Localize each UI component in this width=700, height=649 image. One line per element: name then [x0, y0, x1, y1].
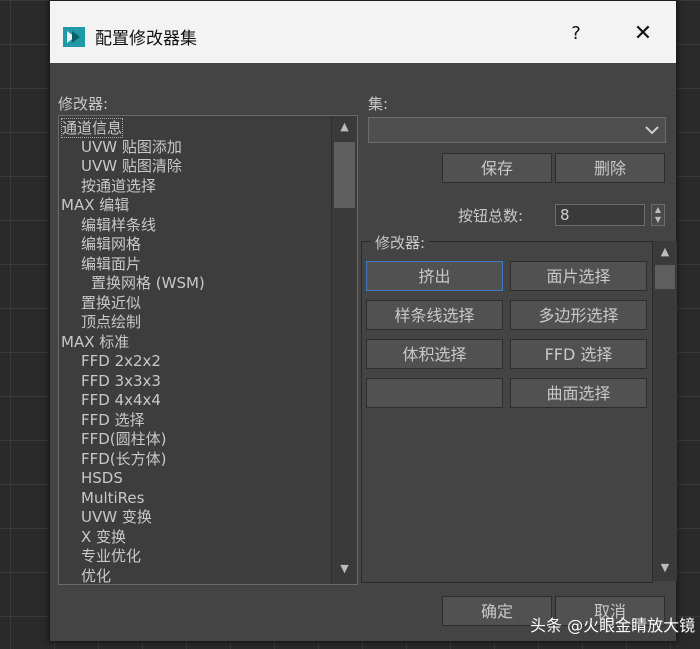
button-count-label: 按钮总数:	[458, 207, 524, 225]
scroll-thumb[interactable]	[655, 265, 675, 289]
watermark-text: 头条 @火眼金睛放大镜	[530, 616, 696, 635]
list-item[interactable]: 优化	[81, 567, 111, 584]
dialog-title: 配置修改器集	[95, 29, 197, 49]
modifier-button-poly-select[interactable]: 多边形选择	[510, 300, 647, 330]
list-item[interactable]: 专业优化	[81, 547, 141, 565]
list-item[interactable]: X 变换	[81, 528, 126, 546]
modifiers-list-label: 修改器:	[58, 95, 109, 113]
help-button[interactable]: ?	[564, 23, 588, 47]
list-item[interactable]: 按通道选择	[81, 177, 156, 195]
set-label: 集:	[368, 95, 389, 113]
set-dropdown[interactable]	[368, 117, 666, 143]
close-icon[interactable]: ✕	[628, 21, 658, 51]
modifier-button-volume-select[interactable]: 体积选择	[366, 339, 503, 369]
modifier-button-spline-select[interactable]: 样条线选择	[366, 300, 503, 330]
list-item[interactable]: HSDS	[81, 469, 123, 487]
scroll-down-icon[interactable]: ▼	[653, 559, 677, 577]
list-item[interactable]: FFD 3x3x3	[81, 372, 161, 390]
scroll-thumb[interactable]	[334, 142, 355, 208]
list-item[interactable]: 编辑网格	[81, 235, 141, 253]
modifier-button-empty[interactable]	[366, 378, 503, 408]
modifier-button-extrude[interactable]: 挤出	[366, 261, 503, 291]
list-item[interactable]: MAX 标准	[61, 333, 129, 351]
modifier-buttons-group-label: 修改器:	[371, 232, 430, 253]
list-item[interactable]: UVW 贴图清除	[81, 157, 182, 175]
configure-modifier-sets-dialog: 配置修改器集 ? ✕ 修改器: 通道信息 UVW 贴图添加 UVW 贴图清除 按…	[49, 0, 677, 642]
title-bar: 配置修改器集 ? ✕	[50, 1, 676, 63]
list-item[interactable]: MultiRes	[81, 489, 144, 507]
list-item[interactable]: MAX 编辑	[61, 196, 129, 214]
delete-button[interactable]: 删除	[555, 153, 665, 183]
modifier-buttons-scrollbar[interactable]: ▲ ▼	[652, 241, 677, 581]
button-count-spinner[interactable]: ▲ ▼	[651, 204, 665, 226]
button-count-field[interactable]: 8	[555, 204, 645, 226]
list-item[interactable]: 通道信息	[61, 118, 124, 138]
list-item[interactable]: 编辑面片	[81, 255, 141, 273]
modifiers-list-scrollbar[interactable]: ▲ ▼	[331, 116, 357, 584]
list-item[interactable]: 置换近似	[81, 294, 141, 312]
list-item[interactable]: FFD 选择	[81, 411, 145, 429]
list-item[interactable]: FFD(圆柱体)	[81, 430, 167, 448]
scroll-up-icon[interactable]: ▲	[332, 118, 357, 136]
list-item[interactable]: 编辑样条线	[81, 216, 156, 234]
list-item[interactable]: UVW 贴图添加	[81, 138, 182, 156]
list-item[interactable]: FFD(长方体)	[81, 450, 167, 468]
list-item[interactable]: 顶点绘制	[81, 313, 141, 331]
save-button[interactable]: 保存	[442, 153, 552, 183]
chevron-down-icon[interactable]	[641, 119, 663, 141]
list-item[interactable]: 置换网格 (WSM)	[91, 274, 205, 292]
scroll-up-icon[interactable]: ▲	[653, 243, 677, 261]
modifier-button-ffd-select[interactable]: FFD 选择	[510, 339, 647, 369]
modifier-button-patch-select[interactable]: 面片选择	[510, 261, 647, 291]
scroll-down-icon[interactable]: ▼	[332, 560, 357, 578]
list-item[interactable]: UVW 变换	[81, 508, 152, 526]
3dsmax-app-icon	[63, 27, 85, 47]
spinner-up-icon[interactable]: ▲	[652, 205, 664, 215]
modifiers-list[interactable]: 通道信息 UVW 贴图添加 UVW 贴图清除 按通道选择 MAX 编辑 编辑样条…	[58, 115, 358, 585]
modifier-button-surface-select[interactable]: 曲面选择	[510, 378, 647, 408]
modifier-buttons-group	[361, 241, 653, 583]
list-item[interactable]: FFD 4x4x4	[81, 391, 161, 409]
list-item[interactable]: FFD 2x2x2	[81, 352, 161, 370]
spinner-down-icon[interactable]: ▼	[652, 215, 664, 225]
